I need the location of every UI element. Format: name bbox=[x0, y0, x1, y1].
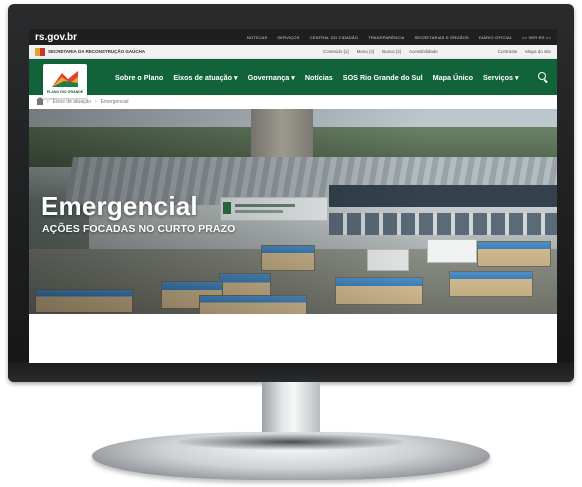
top-link-ver-rs[interactable]: >> VER RS << bbox=[522, 35, 551, 40]
nav-item-eixos[interactable]: Eixos de atuação ▾ bbox=[173, 73, 237, 82]
top-link-central[interactable]: CENTRAL DO CIDADÃO bbox=[310, 35, 359, 40]
page-subtitle: AÇÕES FOCADAS NO CURTO PRAZO bbox=[42, 223, 236, 235]
page-title: Emergencial bbox=[41, 191, 198, 221]
nav-item-servicos[interactable]: Serviços ▾ bbox=[483, 73, 519, 82]
top-nav: NOTÍCIAS SERVIÇOS CENTRAL DO CIDADÃO TRA… bbox=[247, 35, 551, 40]
monitor-bezel bbox=[8, 362, 574, 382]
screen: rs.gov.br NOTÍCIAS SERVIÇOS CENTRAL DO C… bbox=[29, 29, 557, 363]
skip-search-link[interactable]: Busca [3] bbox=[382, 49, 401, 54]
breadcrumb-current: Emergencial bbox=[100, 99, 129, 105]
top-link-diario[interactable]: DIÁRIO OFICIAL bbox=[479, 35, 512, 40]
accessibility-link[interactable]: Acessibilidade bbox=[409, 49, 438, 54]
secretariat-name[interactable]: SECRETARIA DA RECONSTRUÇÃO GAÚCHA bbox=[48, 49, 145, 54]
top-link-secretarias[interactable]: SECRETARIAS E ÓRGÃOS bbox=[415, 35, 469, 40]
breadcrumb-eixos[interactable]: Eixos de atuação bbox=[53, 99, 91, 105]
site-brand[interactable]: rs.gov.br bbox=[35, 32, 77, 43]
plan-logo-icon bbox=[52, 70, 78, 87]
breadcrumb: › Eixos de atuação › Emergencial bbox=[29, 95, 557, 109]
government-bar: SECRETARIA DA RECONSTRUÇÃO GAÚCHA Conteú… bbox=[29, 45, 557, 59]
skip-menu-link[interactable]: Menu [2] bbox=[357, 49, 375, 54]
nav-item-sos[interactable]: SOS Rio Grande do Sul bbox=[343, 73, 423, 82]
nav-item-governanca[interactable]: Governança ▾ bbox=[248, 73, 295, 82]
home-icon[interactable] bbox=[36, 97, 44, 105]
stand-shadow bbox=[178, 434, 404, 450]
gov-right-links: Contraste Mapa do site bbox=[498, 49, 551, 54]
plan-logo-text: PLANO RIO GRANDE bbox=[46, 89, 84, 94]
top-link-noticias[interactable]: NOTÍCIAS bbox=[247, 35, 268, 40]
top-bar: rs.gov.br NOTÍCIAS SERVIÇOS CENTRAL DO C… bbox=[29, 29, 557, 45]
nav-item-mapa[interactable]: Mapa Único bbox=[433, 73, 473, 82]
top-link-transparencia[interactable]: TRANSPARÊNCIA bbox=[368, 35, 404, 40]
gov-logo-icon bbox=[35, 47, 45, 56]
accessibility-links: Conteúdo [1] Menu [2] Busca [3] Acessibi… bbox=[323, 49, 438, 54]
breadcrumb-separator: › bbox=[95, 99, 97, 105]
content-area bbox=[29, 331, 557, 363]
plano-rio-grande-logo[interactable]: PLANO RIO GRANDE bbox=[43, 64, 87, 98]
skip-content-link[interactable]: Conteúdo [1] bbox=[323, 49, 349, 54]
sitemap-link[interactable]: Mapa do site bbox=[525, 49, 551, 54]
contrast-link[interactable]: Contraste bbox=[498, 49, 518, 54]
breadcrumb-separator: › bbox=[47, 99, 49, 105]
nav-item-noticias[interactable]: Notícias bbox=[305, 73, 333, 82]
top-link-servicos[interactable]: SERVIÇOS bbox=[277, 35, 299, 40]
main-nav-items: Sobre o Plano Eixos de atuação ▾ Governa… bbox=[115, 73, 527, 82]
main-nav: PLANO RIO GRANDE Sobre o Plano Eixos de … bbox=[29, 59, 557, 98]
search-icon[interactable] bbox=[537, 71, 549, 83]
nav-item-sobre[interactable]: Sobre o Plano bbox=[115, 73, 163, 82]
hero-banner: Emergencial AÇÕES FOCADAS NO CURTO PRAZO bbox=[29, 109, 557, 314]
